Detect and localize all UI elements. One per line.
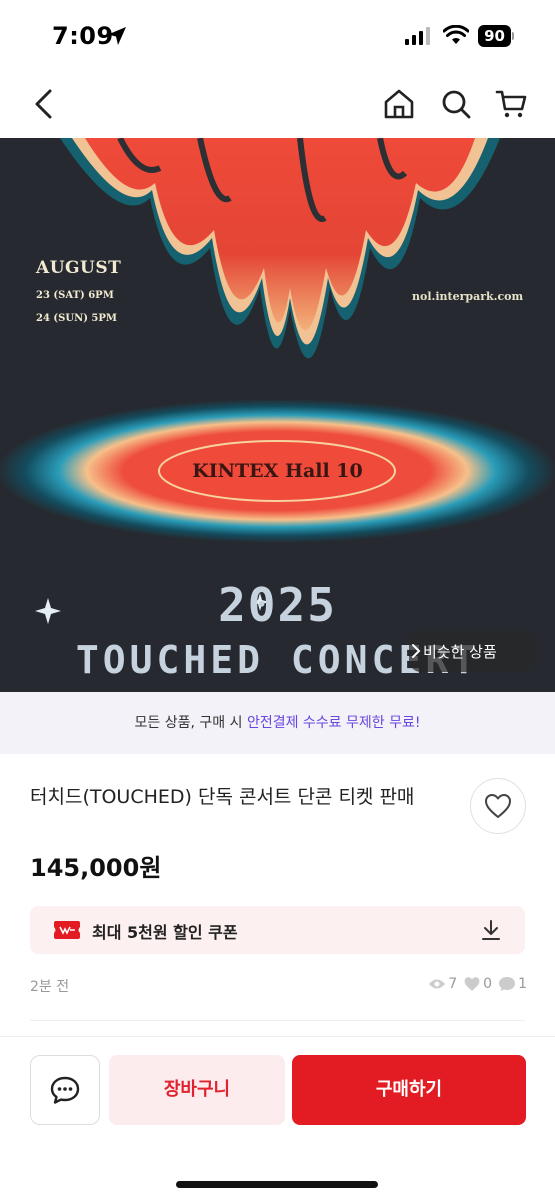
product-image[interactable]: AUGUST 23 (SAT) 6PM 24 (SUN) 5PM nol.int… [0, 138, 555, 692]
chat-count: 1 [518, 976, 527, 992]
status-bar: 7:09 90 [0, 0, 555, 72]
home-icon[interactable] [381, 86, 417, 122]
chat-button[interactable] [30, 1055, 100, 1125]
cart-icon[interactable] [494, 86, 530, 122]
banner-prefix: 모든 상품, 구매 시 [134, 715, 247, 731]
banner-highlight: 안전결제 수수료 무제한 무료! [246, 715, 421, 731]
poster-date-2: 24 (SUN) 5PM [36, 313, 117, 324]
poster-year: 2025 [218, 578, 337, 632]
bottom-action-bar: 장바구니 구매하기 [0, 1036, 555, 1200]
similar-products-button[interactable]: 비슷한 상품 [409, 630, 535, 672]
battery-level: 90 [478, 25, 511, 47]
buy-button[interactable]: 구매하기 [292, 1055, 526, 1125]
product-title: 터치드(TOUCHED) 단독 콘서트 단콘 티켓 판매 [30, 786, 415, 808]
poster-month: AUGUST [36, 258, 122, 278]
wifi-icon [443, 25, 469, 44]
posted-time: 2분 전 [30, 979, 70, 995]
coupon-icon [54, 921, 80, 939]
view-count: 7 [448, 976, 458, 992]
back-icon[interactable] [26, 86, 62, 122]
eye-icon [429, 979, 446, 989]
product-price: 145,000원 [30, 854, 162, 882]
safe-payment-banner[interactable]: 모든 상품, 구매 시 안전결제 수수료 무제한 무료! [0, 692, 555, 754]
battery-icon: 90 [478, 25, 514, 47]
chat-count-icon [499, 977, 516, 991]
heart-count-icon [464, 977, 480, 991]
poster-date-1: 23 (SAT) 6PM [36, 290, 114, 301]
top-nav [0, 72, 555, 138]
poster-venue: KINTEX Hall 10 [192, 460, 363, 482]
location-arrow-icon [108, 27, 126, 45]
coupon-label: 최대 5천원 할인 쿠폰 [92, 923, 238, 942]
like-button[interactable] [470, 778, 526, 834]
similar-products-label: 비슷한 상품 [423, 642, 497, 661]
heart-icon [485, 794, 511, 818]
item-stats: 7 0 1 [422, 976, 527, 992]
chat-bubble-icon [50, 1076, 80, 1104]
add-to-cart-button[interactable]: 장바구니 [109, 1055, 285, 1125]
search-icon[interactable] [438, 86, 474, 122]
status-time: 7:09 [52, 22, 114, 50]
chevron-right-icon [412, 644, 421, 658]
coupon-download-button[interactable]: 최대 5천원 할인 쿠폰 [30, 906, 525, 954]
home-indicator [176, 1181, 378, 1188]
divider [30, 1020, 525, 1021]
signal-icon [405, 27, 430, 45]
poster-url: nol.interpark.com [412, 290, 524, 303]
download-icon [482, 920, 500, 940]
like-count: 0 [483, 976, 493, 992]
